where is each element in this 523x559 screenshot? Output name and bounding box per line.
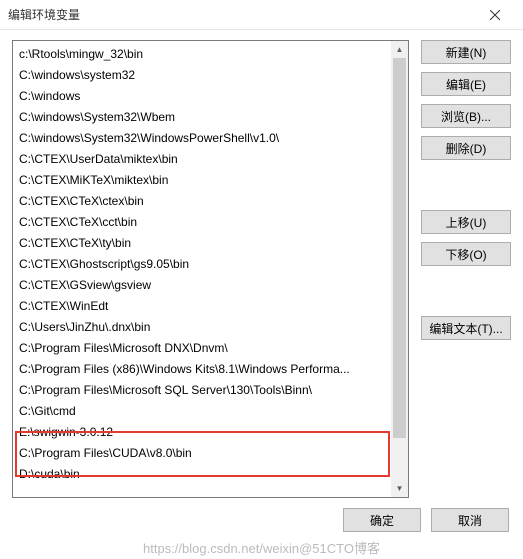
list-item[interactable]: E:\swigwin-3.0.12 xyxy=(13,421,408,442)
close-button[interactable] xyxy=(475,0,515,30)
scroll-thumb[interactable] xyxy=(393,58,406,438)
close-icon xyxy=(490,10,500,20)
moveup-button[interactable]: 上移(U) xyxy=(421,210,511,234)
side-button-panel: 新建(N) 编辑(E) 浏览(B)... 删除(D) 上移(U) 下移(O) 编… xyxy=(421,40,511,498)
list-item[interactable]: C:\CTEX\Ghostscript\gs9.05\bin xyxy=(13,253,408,274)
footer: 确定 取消 xyxy=(0,498,523,532)
delete-button[interactable]: 删除(D) xyxy=(421,136,511,160)
spacer xyxy=(421,168,511,202)
edit-button[interactable]: 编辑(E) xyxy=(421,72,511,96)
new-button[interactable]: 新建(N) xyxy=(421,40,511,64)
spacer xyxy=(421,274,511,308)
ok-button[interactable]: 确定 xyxy=(343,508,421,532)
list-item[interactable]: C:\Program Files\Microsoft SQL Server\13… xyxy=(13,379,408,400)
list-item[interactable]: C:\CTEX\CTeX\ctex\bin xyxy=(13,190,408,211)
list-item[interactable]: C:\Program Files\Microsoft DNX\Dnvm\ xyxy=(13,337,408,358)
list-item[interactable]: c:\Rtools\mingw_32\bin xyxy=(13,43,408,64)
list-item[interactable]: C:\Program Files\CUDA\v8.0\bin xyxy=(13,442,408,463)
list-item[interactable]: C:\Git\cmd xyxy=(13,400,408,421)
content-area: c:\Rtools\mingw_32\binC:\windows\system3… xyxy=(0,30,523,498)
list-item[interactable]: C:\CTEX\MiKTeX\miktex\bin xyxy=(13,169,408,190)
list-item[interactable]: C:\CTEX\GSview\gsview xyxy=(13,274,408,295)
list-item[interactable]: C:\CTEX\WinEdt xyxy=(13,295,408,316)
dialog-title: 编辑环境变量 xyxy=(8,6,475,23)
list-item[interactable]: C:\Users\JinZhu\.dnx\bin xyxy=(13,316,408,337)
watermark-text: https://blog.csdn.net/weixin@51CTO博客 xyxy=(0,538,523,557)
edittext-button[interactable]: 编辑文本(T)... xyxy=(421,316,511,340)
list-item[interactable]: C:\windows\system32 xyxy=(13,64,408,85)
list-item[interactable]: C:\CTEX\UserData\miktex\bin xyxy=(13,148,408,169)
list-item[interactable]: C:\windows xyxy=(13,85,408,106)
titlebar: 编辑环境变量 xyxy=(0,0,523,30)
list-item[interactable]: C:\CTEX\CTeX\cct\bin xyxy=(13,211,408,232)
list-item[interactable]: C:\Program Files (x86)\Windows Kits\8.1\… xyxy=(13,358,408,379)
list-item[interactable]: C:\CTEX\CTeX\ty\bin xyxy=(13,232,408,253)
cancel-button[interactable]: 取消 xyxy=(431,508,509,532)
movedown-button[interactable]: 下移(O) xyxy=(421,242,511,266)
list-item[interactable]: C:\windows\System32\WindowsPowerShell\v1… xyxy=(13,127,408,148)
list-item[interactable]: C:\windows\System32\Wbem xyxy=(13,106,408,127)
scroll-up-icon[interactable]: ▲ xyxy=(391,41,408,58)
path-listbox[interactable]: c:\Rtools\mingw_32\binC:\windows\system3… xyxy=(12,40,409,498)
list-item[interactable]: D:\cuda\bin xyxy=(13,463,408,484)
scrollbar[interactable]: ▲ ▼ xyxy=(391,41,408,497)
browse-button[interactable]: 浏览(B)... xyxy=(421,104,511,128)
scroll-down-icon[interactable]: ▼ xyxy=(391,480,408,497)
scroll-track[interactable] xyxy=(391,58,408,480)
